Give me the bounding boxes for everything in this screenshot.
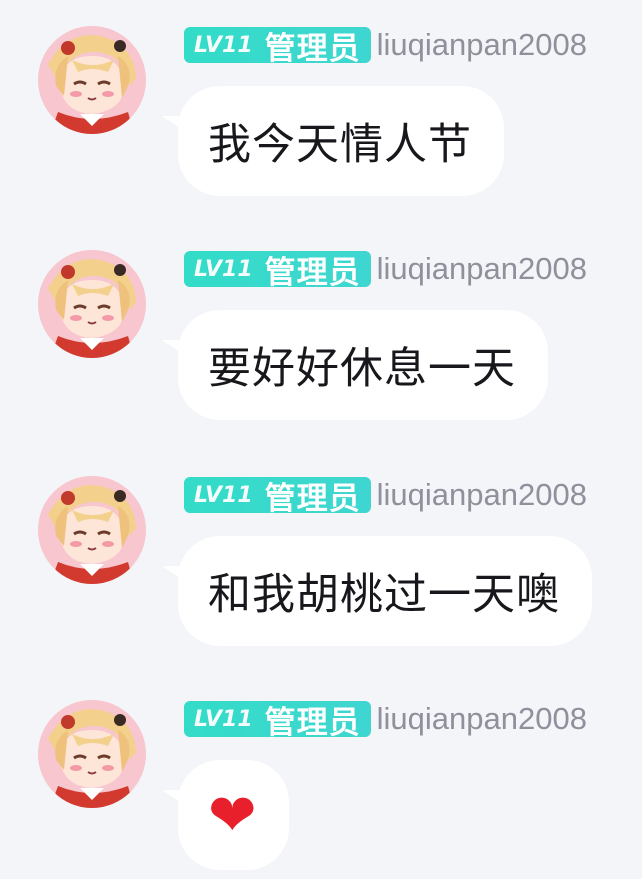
level-badge: LV11 管理员: [184, 477, 371, 517]
level-badge: LV11 管理员: [184, 701, 371, 741]
message-header: LV11 管理员 liuqianpan2008: [184, 26, 587, 67]
level-label: LV11: [194, 706, 253, 732]
bubble-tail: [162, 340, 192, 360]
bubble-tail: [162, 790, 192, 810]
username[interactable]: liuqianpan2008: [377, 27, 587, 63]
role-label: 管理员: [264, 480, 361, 517]
bubble-tail: [162, 566, 192, 586]
level-label: LV11: [194, 256, 253, 282]
username[interactable]: liuqianpan2008: [377, 477, 587, 513]
level-label: LV11: [194, 32, 253, 58]
role-label: 管理员: [264, 704, 361, 741]
bubble-tail: [162, 116, 192, 136]
role-label: 管理员: [264, 254, 361, 291]
message-bubble[interactable]: 和我胡桃过一天噢: [162, 536, 592, 646]
message-bubble[interactable]: ❤: [162, 760, 289, 870]
message-header: LV11 管理员 liuqianpan2008: [184, 700, 587, 741]
avatar[interactable]: [38, 700, 146, 808]
level-label: LV11: [194, 482, 253, 508]
avatar-image: [38, 476, 146, 584]
avatar[interactable]: [38, 476, 146, 584]
username[interactable]: liuqianpan2008: [377, 701, 587, 737]
avatar-image: [38, 700, 146, 808]
message-text: 我今天情人节: [208, 120, 472, 170]
role-label: 管理员: [264, 30, 361, 67]
username[interactable]: liuqianpan2008: [377, 251, 587, 287]
message-bubble[interactable]: 我今天情人节: [162, 86, 504, 196]
avatar-image: [38, 26, 146, 134]
level-badge: LV11 管理员: [184, 27, 371, 67]
level-badge: LV11 管理员: [184, 251, 371, 291]
message-bubble[interactable]: 要好好休息一天: [162, 310, 548, 420]
message-header: LV11 管理员 liuqianpan2008: [184, 476, 587, 517]
message-text: 和我胡桃过一天噢: [208, 570, 560, 620]
avatar[interactable]: [38, 250, 146, 358]
heart-icon: ❤: [208, 781, 257, 849]
avatar-image: [38, 250, 146, 358]
message-text: 要好好休息一天: [208, 344, 516, 394]
avatar[interactable]: [38, 26, 146, 134]
message-header: LV11 管理员 liuqianpan2008: [184, 250, 587, 291]
